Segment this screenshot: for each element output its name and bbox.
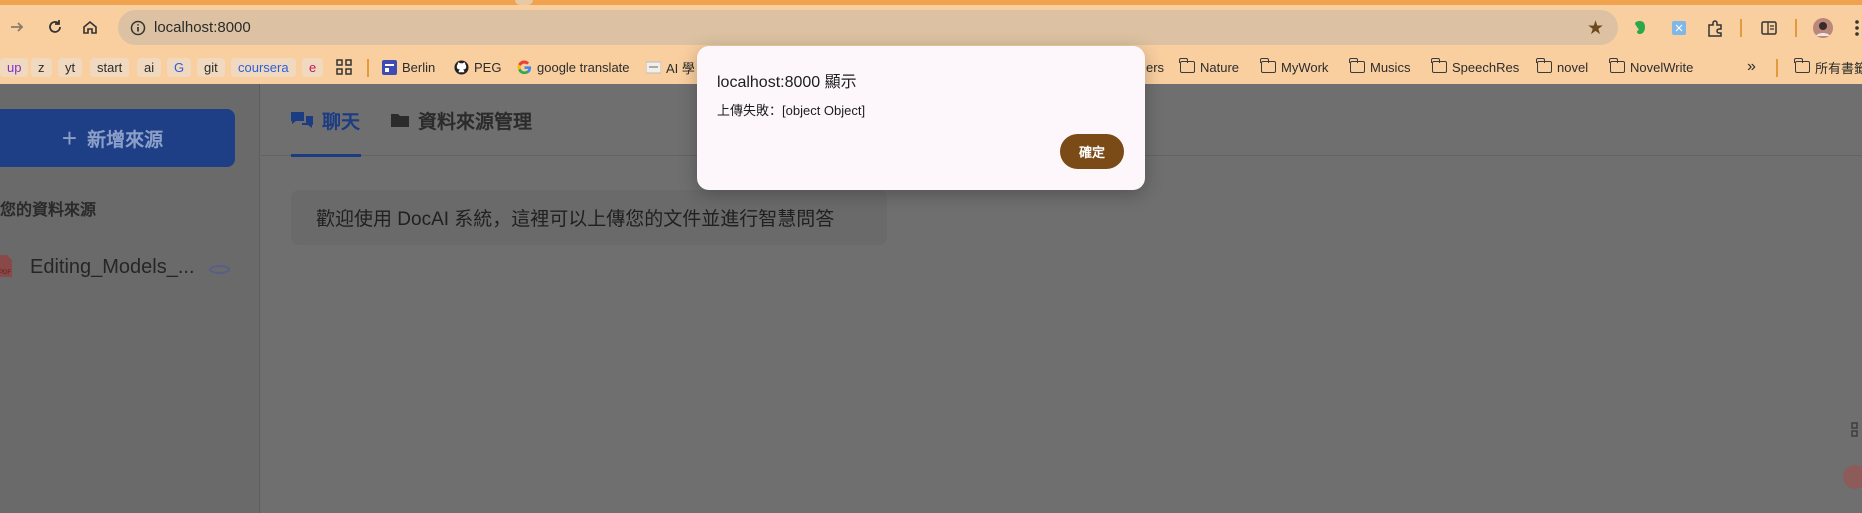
plus-icon: + xyxy=(61,122,78,153)
apps-grid-icon[interactable] xyxy=(336,56,352,78)
active-tab-indicator xyxy=(291,154,361,157)
bookmark-folder-musics[interactable]: Musics xyxy=(1349,56,1410,78)
bookmark-star-icon[interactable]: ★ xyxy=(1587,17,1604,40)
folder-icon xyxy=(1431,58,1447,73)
source-name: Editing_Models_... xyxy=(30,256,195,278)
bookmark-ers[interactable]: ers xyxy=(1146,56,1164,78)
source-item[interactable]: PDF Editing_Models_... xyxy=(0,252,240,284)
chat-icon xyxy=(291,112,313,128)
forward-icon[interactable] xyxy=(6,16,28,38)
folder-icon xyxy=(1536,58,1552,73)
bookmark-folder-novel[interactable]: novel xyxy=(1536,56,1588,78)
bookmark-ai[interactable]: AI 學 xyxy=(646,56,695,78)
site-info-icon[interactable] xyxy=(128,18,148,38)
folder-icon xyxy=(391,114,409,127)
welcome-message: 歡迎使用 DocAI 系統，這裡可以上傳您的文件並進行智慧問答 xyxy=(291,190,887,245)
folder-icon xyxy=(1609,58,1625,73)
bookmark-folder-nature[interactable]: Nature xyxy=(1179,56,1239,78)
folder-icon xyxy=(1179,58,1195,73)
bookmark-folder-all[interactable]: 所有書籤 xyxy=(1794,56,1862,78)
sources-title: 您的資料來源 xyxy=(0,202,97,219)
reading-list-icon[interactable] xyxy=(1758,17,1780,39)
bookmark-chip[interactable]: G xyxy=(167,56,192,78)
qr-code-icon[interactable] xyxy=(1851,422,1862,438)
bookmark-chip[interactable]: z xyxy=(31,56,52,78)
bookmarks-divider xyxy=(367,59,369,77)
toolbar-divider xyxy=(1795,19,1797,37)
site-icon xyxy=(646,61,661,73)
profile-avatar[interactable] xyxy=(1812,17,1834,39)
reload-icon[interactable] xyxy=(44,16,66,38)
evernote-extension-icon[interactable] xyxy=(1629,17,1651,39)
bookmark-folder-mywork[interactable]: MyWork xyxy=(1260,56,1328,78)
bookmark-chip[interactable]: coursera xyxy=(231,56,296,78)
confirm-button[interactable]: 確定 xyxy=(1060,134,1124,169)
pdf-icon: PDF xyxy=(0,255,12,277)
bookmarks-divider xyxy=(1776,59,1778,77)
bookmark-chip[interactable]: start xyxy=(90,56,130,78)
bookmark-chip[interactable]: yt xyxy=(58,56,83,78)
browser-toolbar: localhost:8000 ★ xyxy=(0,5,1862,50)
toolbar-divider xyxy=(1740,19,1742,37)
add-source-button[interactable]: + 新增來源 xyxy=(0,109,235,167)
bookmark-chip[interactable]: git xyxy=(197,56,225,78)
dialog-title: localhost:8000 顯示 xyxy=(717,74,857,91)
browser-menu-icon[interactable] xyxy=(1846,17,1862,39)
bookmark-google-translate[interactable]: google translate xyxy=(517,56,630,78)
berlin-site-icon xyxy=(382,59,397,75)
bookmark-chip[interactable]: ai xyxy=(137,56,162,78)
bookmark-berlin[interactable]: Berlin xyxy=(382,56,435,78)
svg-text:PDF: PDF xyxy=(0,270,11,276)
dialog-message: 上傳失敗：[object Object] xyxy=(717,103,866,118)
folder-icon xyxy=(1349,58,1365,73)
loading-spinner-icon xyxy=(209,265,230,274)
bookmark-folder-novelwrite[interactable]: NovelWrite xyxy=(1609,56,1693,78)
tab-source-management[interactable]: 資料來源管理 xyxy=(390,107,532,133)
translate-extension-icon[interactable] xyxy=(1668,17,1690,39)
sidebar: + 新增來源 您的資料來源 PDF Editing_Models_... xyxy=(0,84,260,513)
bookmark-chip[interactable]: up xyxy=(0,56,29,78)
google-icon xyxy=(517,59,532,74)
bookmark-chip[interactable]: e xyxy=(302,56,324,78)
floating-assistant-icon[interactable] xyxy=(1843,465,1862,489)
bookmark-folder-speechres[interactable]: SpeechRes xyxy=(1431,56,1519,78)
github-icon xyxy=(454,59,469,75)
address-bar[interactable]: localhost:8000 ★ xyxy=(118,10,1618,45)
tab-chat[interactable]: 聊天 xyxy=(290,107,360,133)
folder-icon xyxy=(1260,58,1276,73)
alert-dialog: localhost:8000 顯示 上傳失敗：[object Object] 確… xyxy=(697,46,1145,190)
folder-icon xyxy=(1794,58,1810,73)
add-source-label: 新增來源 xyxy=(87,129,164,151)
url-text[interactable]: localhost:8000 xyxy=(154,19,251,36)
extensions-puzzle-icon[interactable] xyxy=(1704,17,1726,39)
bookmark-peg[interactable]: PEG xyxy=(454,56,501,78)
home-icon[interactable] xyxy=(79,16,101,38)
bookmarks-overflow-button[interactable]: » xyxy=(1747,56,1756,78)
